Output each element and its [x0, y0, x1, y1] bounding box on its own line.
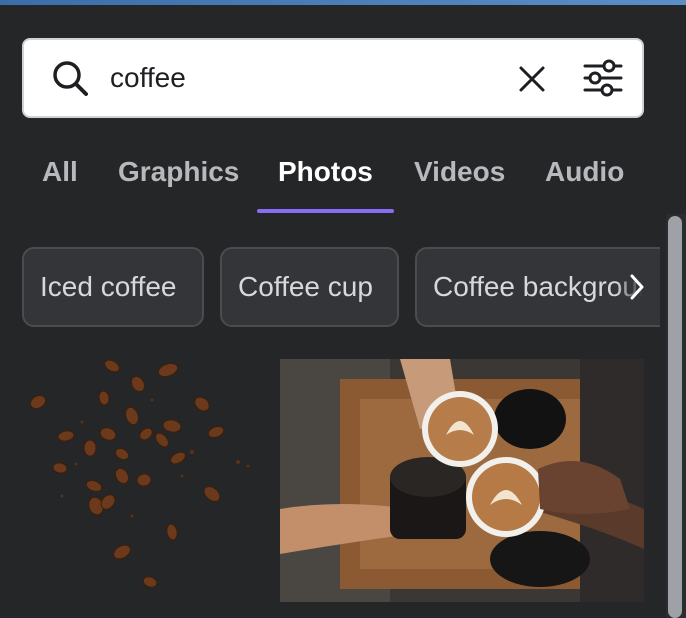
top-accent-bar	[0, 0, 686, 5]
tab-audio[interactable]: Audio	[545, 156, 624, 188]
chips-next-button[interactable]	[616, 252, 660, 322]
search-input[interactable]	[110, 54, 490, 102]
result-coffee-beans-graphic[interactable]	[22, 356, 266, 600]
chip-label: Coffee cup	[238, 271, 373, 302]
chip-coffee-cup[interactable]: Coffee cup	[220, 247, 399, 327]
scrollbar-thumb[interactable]	[668, 216, 682, 618]
search-box[interactable]	[22, 38, 644, 118]
suggestion-chips: Iced coffee Coffee cup Coffee background	[0, 247, 660, 327]
tab-all[interactable]: All	[42, 156, 78, 188]
sliders-icon[interactable]	[581, 58, 625, 98]
chip-iced-coffee[interactable]: Iced coffee	[22, 247, 204, 327]
active-tab-indicator	[257, 209, 394, 213]
category-tabs: All Graphics Photos Videos Audio	[0, 150, 686, 214]
result-coffee-cups-photo[interactable]	[280, 359, 644, 602]
tab-graphics[interactable]: Graphics	[118, 156, 239, 188]
chevron-right-icon	[630, 274, 644, 300]
tab-photos[interactable]: Photos	[278, 156, 373, 188]
search-icon	[53, 61, 88, 96]
chip-label: Iced coffee	[40, 271, 177, 302]
tab-videos[interactable]: Videos	[414, 156, 505, 188]
close-icon[interactable]	[515, 62, 549, 96]
